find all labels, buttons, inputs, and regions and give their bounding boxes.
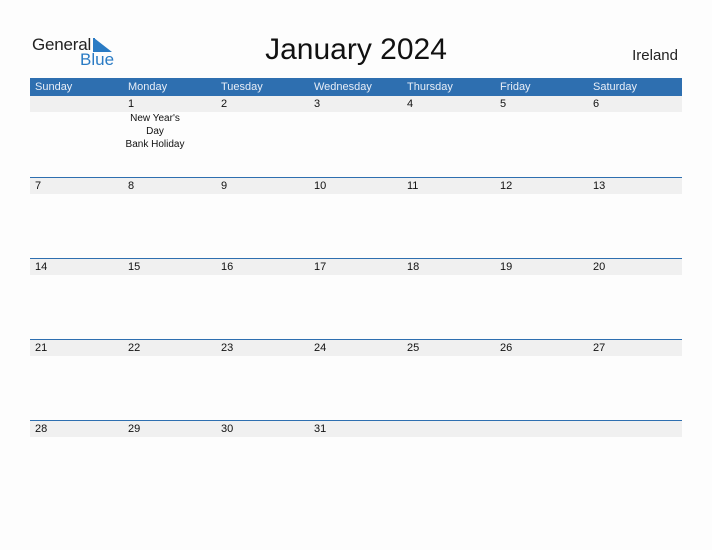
day-cell: 16 (216, 258, 309, 339)
day-number: 20 (593, 261, 606, 273)
week-row: 28 29 30 31 (30, 420, 682, 501)
day-cell: 4 (402, 96, 495, 177)
day-cell: 27 (588, 339, 681, 420)
day-number: 29 (128, 423, 141, 435)
day-cell: 18 (402, 258, 495, 339)
day-number: 10 (314, 180, 327, 192)
day-cell: 1 New Year's Day Bank Holiday (123, 96, 216, 177)
day-number: 30 (221, 423, 234, 435)
day-number: 27 (593, 342, 606, 354)
day-cell: 20 (588, 258, 681, 339)
day-number: 26 (500, 342, 513, 354)
week-row: 14 15 16 17 18 19 20 (30, 258, 682, 339)
day-number: 31 (314, 423, 327, 435)
day-cell: 29 (123, 420, 216, 501)
day-cell: 21 (30, 339, 123, 420)
weekday-monday: Monday (128, 81, 168, 93)
day-cell: 6 (588, 96, 681, 177)
weekday-wednesday: Wednesday (314, 81, 372, 93)
day-cell: 12 (495, 177, 588, 258)
day-cell: 24 (309, 339, 402, 420)
day-cell: 9 (216, 177, 309, 258)
day-number: 22 (128, 342, 141, 354)
country-label: Ireland (632, 47, 678, 64)
day-number: 21 (35, 342, 48, 354)
day-number: 13 (593, 180, 606, 192)
day-number: 5 (500, 98, 507, 110)
day-cell: 10 (309, 177, 402, 258)
weekday-saturday: Saturday (593, 81, 638, 93)
day-cell: 14 (30, 258, 123, 339)
day-cell: 8 (123, 177, 216, 258)
day-cell (495, 420, 588, 501)
weekday-tuesday: Tuesday (221, 81, 263, 93)
day-cell: 30 (216, 420, 309, 501)
day-cell (588, 420, 681, 501)
day-cell (402, 420, 495, 501)
day-number: 28 (35, 423, 48, 435)
day-cell: 19 (495, 258, 588, 339)
day-number: 14 (35, 261, 48, 273)
day-number: 9 (221, 180, 228, 192)
day-cell: 23 (216, 339, 309, 420)
holiday-label: New Year's Day (130, 113, 180, 137)
day-number: 17 (314, 261, 327, 273)
day-number: 24 (314, 342, 327, 354)
page-title: January 2024 (265, 33, 447, 66)
weekday-thursday: Thursday (407, 81, 453, 93)
day-cell: 22 (123, 339, 216, 420)
day-cell: 7 (30, 177, 123, 258)
day-number: 16 (221, 261, 234, 273)
holiday-label: Bank Holiday (125, 139, 185, 150)
day-number: 19 (500, 261, 513, 273)
weekday-header: Sunday Monday Tuesday Wednesday Thursday… (30, 78, 682, 96)
day-number: 8 (128, 180, 135, 192)
day-cell: 3 (309, 96, 402, 177)
day-cell: 25 (402, 339, 495, 420)
day-number: 1 (128, 98, 135, 110)
day-cell (30, 96, 123, 177)
day-cell: 11 (402, 177, 495, 258)
day-number: 23 (221, 342, 234, 354)
day-cell: 31 (309, 420, 402, 501)
day-cell: 2 (216, 96, 309, 177)
day-number: 2 (221, 98, 228, 110)
week-row: 1 New Year's Day Bank Holiday 2 3 4 5 6 (30, 96, 682, 177)
holiday-events: New Year's Day Bank Holiday (123, 112, 187, 151)
week-row: 7 8 9 10 11 12 13 (30, 177, 682, 258)
week-row: 21 22 23 24 25 26 27 (30, 339, 682, 420)
day-cell: 5 (495, 96, 588, 177)
day-number: 15 (128, 261, 141, 273)
day-number: 7 (35, 180, 42, 192)
day-number: 6 (593, 98, 600, 110)
day-number: 12 (500, 180, 513, 192)
weekday-sunday: Sunday (35, 81, 73, 93)
day-number: 18 (407, 261, 420, 273)
day-cell: 15 (123, 258, 216, 339)
day-cell: 17 (309, 258, 402, 339)
weekday-friday: Friday (500, 81, 531, 93)
day-cell: 13 (588, 177, 681, 258)
day-number: 11 (407, 180, 419, 192)
day-number: 25 (407, 342, 420, 354)
day-cell: 28 (30, 420, 123, 501)
day-number: 3 (314, 98, 321, 110)
day-cell: 26 (495, 339, 588, 420)
day-number: 4 (407, 98, 414, 110)
